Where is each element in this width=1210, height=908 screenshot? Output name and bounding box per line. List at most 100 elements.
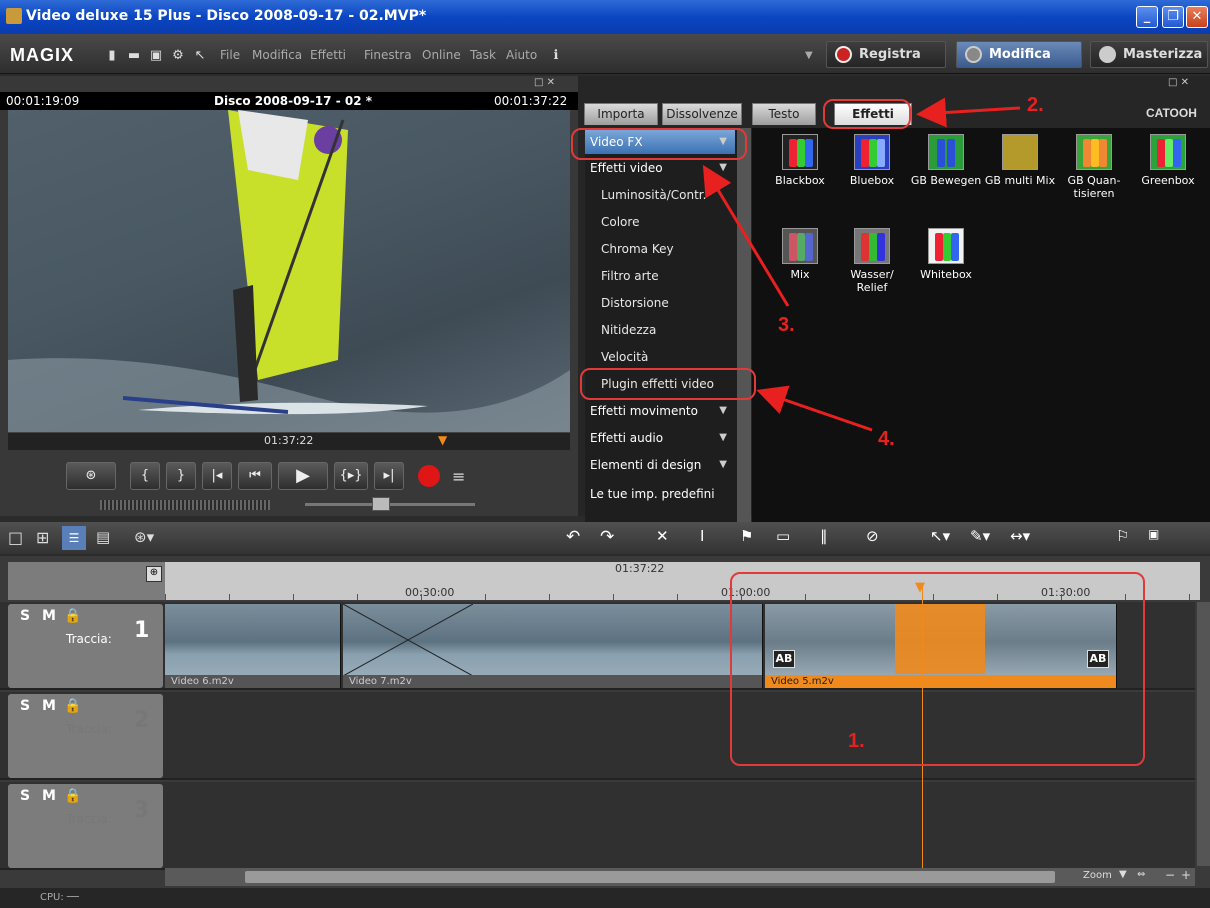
category-predefinite[interactable]: Le tue imp. predefini xyxy=(585,482,735,506)
go-to-in-button[interactable]: |◂ xyxy=(202,462,232,490)
shuttle-track[interactable] xyxy=(305,503,475,506)
record-button[interactable] xyxy=(418,465,440,487)
solo-button[interactable]: S xyxy=(20,788,30,804)
multicam-icon[interactable]: ▤ xyxy=(96,528,110,546)
draw-icon[interactable]: ✎▾ xyxy=(970,527,990,545)
mute-button[interactable]: M xyxy=(42,698,56,714)
redo-icon[interactable]: ↷ xyxy=(600,527,614,547)
menu-finestra[interactable]: Finestra xyxy=(364,48,412,62)
menu-aiuto[interactable]: Aiuto xyxy=(506,48,537,62)
save-icon[interactable]: ▣ xyxy=(148,48,164,64)
flag-icon[interactable]: ⚐ xyxy=(1116,527,1129,545)
fx-blackbox[interactable]: Blackbox xyxy=(764,134,836,187)
zoom-dropdown-icon[interactable]: ▼ xyxy=(1119,869,1127,880)
menu-online[interactable]: Online xyxy=(422,48,461,62)
timeline-vscrollbar[interactable] xyxy=(1197,602,1210,866)
record-mode-button[interactable]: Registra xyxy=(826,41,946,68)
timeline-view-icon[interactable]: ☰ xyxy=(62,526,86,550)
menu-modifica[interactable]: Modifica xyxy=(252,48,302,62)
mark-out-button[interactable]: } xyxy=(166,462,196,490)
zoom-out-icon[interactable]: − xyxy=(1165,868,1175,882)
category-velocita[interactable]: Velocità xyxy=(585,345,735,369)
tab-dissolvenze[interactable]: Dissolvenze xyxy=(662,103,742,125)
category-chroma-key[interactable]: Chroma Key xyxy=(585,237,735,261)
settings-icon[interactable]: ⚙ xyxy=(170,48,186,64)
lock-icon[interactable]: 🔒 xyxy=(64,788,81,804)
shuttle-handle[interactable] xyxy=(372,497,390,511)
delete-icon[interactable]: ✕ xyxy=(656,527,669,545)
fx-greenbox[interactable]: Greenbox xyxy=(1132,134,1204,187)
minimize-button[interactable]: _ xyxy=(1136,6,1158,28)
lock-icon[interactable]: 🔒 xyxy=(64,608,81,624)
group-icon[interactable]: ▭ xyxy=(776,527,790,545)
go-to-start-button[interactable]: ⏮ xyxy=(238,462,272,490)
open-file-icon[interactable]: ▬ xyxy=(126,48,142,64)
lock-icon[interactable]: 🔒 xyxy=(64,698,81,714)
unlink-icon[interactable]: ⊘ xyxy=(866,527,879,545)
close-button[interactable]: ✕ xyxy=(1186,6,1208,28)
category-elementi-design[interactable]: Elementi di design ▼ xyxy=(585,453,735,477)
category-filtro-arte[interactable]: Filtro arte xyxy=(585,264,735,288)
link-icon[interactable]: ∥ xyxy=(820,527,828,545)
zoom-in-icon[interactable]: + xyxy=(1181,868,1191,882)
go-to-out-button[interactable]: ▸| xyxy=(374,462,404,490)
menu-effetti[interactable]: Effetti xyxy=(310,48,346,62)
jog-wheel[interactable] xyxy=(100,500,270,510)
category-scrollbar[interactable] xyxy=(737,128,751,528)
panel-window-controls[interactable]: □ ✕ xyxy=(534,77,555,88)
media-pool-window-controls[interactable]: □ ✕ xyxy=(1168,77,1189,88)
tab-testo[interactable]: Testo xyxy=(752,103,816,125)
play-range-button[interactable]: {▸} xyxy=(334,462,368,490)
film-reel-menu-icon[interactable]: ⊛▾ xyxy=(134,528,154,546)
category-effetti-audio[interactable]: Effetti audio ▼ xyxy=(585,426,735,450)
mute-button[interactable]: M xyxy=(42,608,56,624)
preview-scrubber[interactable]: 01:37:22 ▼ xyxy=(8,432,570,450)
menu-task[interactable]: Task xyxy=(470,48,496,62)
mouse-mode-icon[interactable]: ↖▾ xyxy=(930,527,950,545)
fx-whitebox[interactable]: Whitebox xyxy=(910,228,982,281)
fx-gb-quantisieren[interactable]: GB Quan-tisieren xyxy=(1058,134,1130,200)
fx-gb-multi-mix[interactable]: GB multi Mix xyxy=(984,134,1056,187)
burn-mode-button[interactable]: Masterizza xyxy=(1090,41,1208,68)
category-colore[interactable]: Colore xyxy=(585,210,735,234)
menu-file[interactable]: File xyxy=(220,48,240,62)
edit-mode-button[interactable]: Modifica xyxy=(956,41,1082,68)
scrub-marker-icon[interactable]: ▼ xyxy=(438,433,447,447)
category-effetti-movimento[interactable]: Effetti movimento ▼ xyxy=(585,399,735,423)
category-nitidezza[interactable]: Nitidezza xyxy=(585,318,735,342)
marker-icon[interactable]: ⚑ xyxy=(740,527,753,545)
solo-button[interactable]: S xyxy=(20,698,30,714)
fx-gb-bewegen[interactable]: GB Bewegen xyxy=(910,134,982,187)
new-file-icon[interactable]: ▮ xyxy=(104,48,120,64)
tab-importa[interactable]: Importa xyxy=(584,103,658,125)
cut-icon[interactable]: I xyxy=(700,527,704,545)
fx-mix[interactable]: Mix xyxy=(764,228,836,281)
mark-in-button[interactable]: { xyxy=(130,462,160,490)
dropdown-arrow-icon[interactable]: ▼ xyxy=(805,50,813,61)
fx-wasser-relief[interactable]: Wasser/ Relief xyxy=(836,228,908,294)
timeline-hscrollbar[interactable]: Zoom ▼ ⇔ − + xyxy=(165,868,1195,886)
lock-ruler-icon[interactable]: ⊕ xyxy=(146,566,162,582)
play-button[interactable]: ▶ xyxy=(278,462,328,490)
menu-lines-icon[interactable]: ≡ xyxy=(452,467,465,486)
fx-bluebox[interactable]: Bluebox xyxy=(836,134,908,187)
info-icon[interactable]: ℹ xyxy=(548,48,564,64)
clip-video-6[interactable]: Video 6.m2v xyxy=(165,604,341,688)
storyboard-view-icon[interactable]: □ xyxy=(8,528,23,547)
video-preview[interactable] xyxy=(8,110,570,432)
undo-icon[interactable]: ↶ xyxy=(566,527,580,547)
loop-reel-button[interactable]: ⊛ xyxy=(66,462,116,490)
scene-view-icon[interactable]: ⊞ xyxy=(36,528,49,547)
solo-button[interactable]: S xyxy=(20,608,30,624)
category-luminosita[interactable]: Luminosità/Contr. xyxy=(585,183,735,207)
maximize-button[interactable]: ❐ xyxy=(1162,6,1184,28)
hscroll-thumb[interactable] xyxy=(245,871,1055,883)
snap-icon[interactable]: ↔▾ xyxy=(1010,527,1030,545)
clip-video-7[interactable]: Video 7.m2v xyxy=(343,604,763,688)
vip-icon[interactable]: ▣ xyxy=(1148,527,1159,541)
help-pointer-icon[interactable]: ↖ xyxy=(192,48,208,64)
zoom-label[interactable]: Zoom xyxy=(1083,870,1112,881)
mute-button[interactable]: M xyxy=(42,788,56,804)
zoom-fit-icon[interactable]: ⇔ xyxy=(1137,869,1145,880)
category-distorsione[interactable]: Distorsione xyxy=(585,291,735,315)
